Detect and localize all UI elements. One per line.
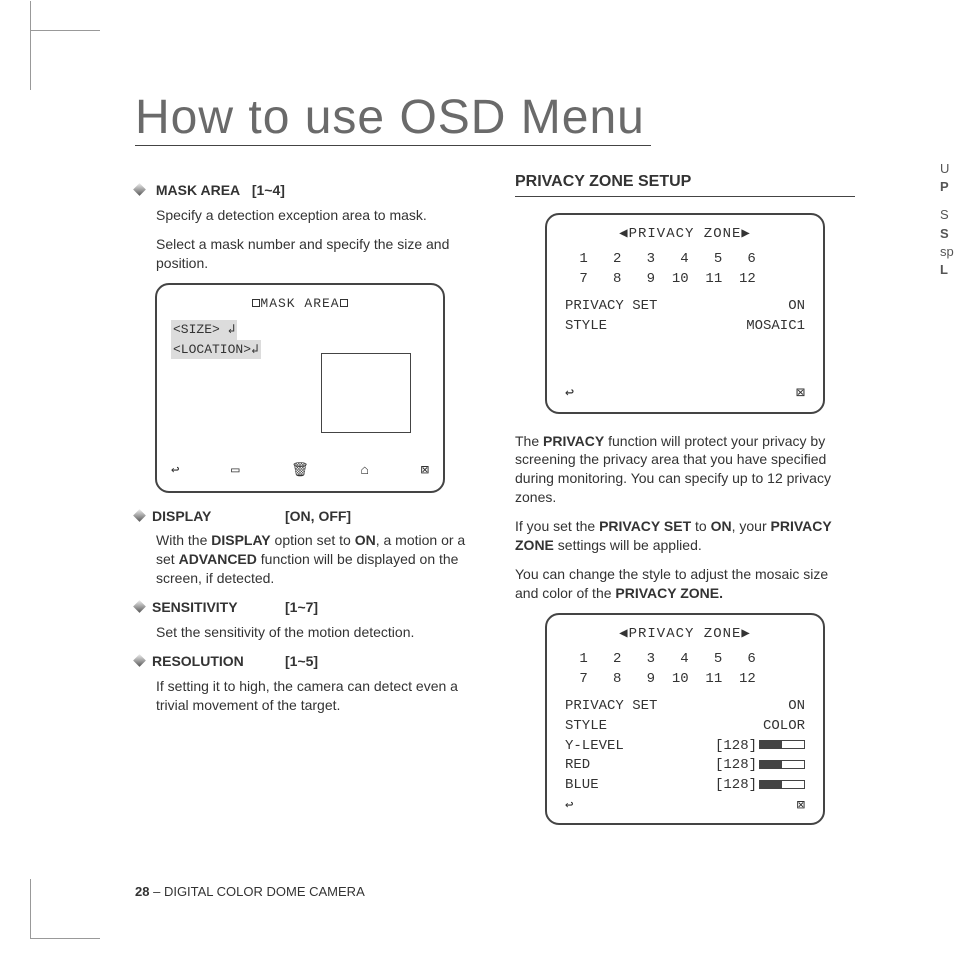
mask-area-heading: MASK AREA [1~4] xyxy=(135,181,475,200)
privacy-osd-1: ◀PRIVACY ZONE▶ 1 2 3 4 5 6 7 8 9 10 11 1… xyxy=(545,213,825,414)
close-icon: ⊠ xyxy=(797,797,805,817)
resolution-text: If setting it to high, the camera can de… xyxy=(135,677,475,715)
mask-area-p2: Select a mask number and specify the siz… xyxy=(135,235,475,273)
osd2-nums1: 1 2 3 4 5 6 xyxy=(561,650,809,670)
osd2-row5-l: BLUE xyxy=(565,776,599,796)
display-heading: DISPLAY [ON, OFF] xyxy=(135,507,475,526)
close-icon: ⊠ xyxy=(421,462,429,481)
mask-osd-size: <SIZE> ↲ xyxy=(171,320,429,340)
trash-icon: 🗑 xyxy=(291,462,309,481)
osd2-row4-l: RED xyxy=(565,756,590,776)
page-footer: 28 – DIGITAL COLOR DOME CAMERA xyxy=(135,884,365,899)
osd2-nums2: 7 8 9 10 11 12 xyxy=(561,670,809,690)
sensitivity-range: [1~7] xyxy=(285,598,475,617)
sensitivity-text: Set the sensitivity of the motion detect… xyxy=(135,623,475,642)
left-column: MASK AREA [1~4] Specify a detection exce… xyxy=(135,171,475,843)
privacy-p1: The PRIVACY function will protect your p… xyxy=(515,432,855,508)
mask-area-p1: Specify a detection exception area to ma… xyxy=(135,206,475,225)
privacy-zone-heading: PRIVACY ZONE SETUP xyxy=(515,171,855,197)
resolution-range: [1~5] xyxy=(285,652,475,671)
display-range: [ON, OFF] xyxy=(285,507,475,526)
osd1-row1-r: ON xyxy=(788,297,805,317)
display-text: With the DISPLAY option set to ON, a mot… xyxy=(135,531,475,588)
home-icon: ⌂ xyxy=(361,462,369,481)
diamond-icon xyxy=(133,600,146,613)
red-bar xyxy=(759,760,805,769)
footer-label: DIGITAL COLOR DOME CAMERA xyxy=(164,884,365,899)
osd2-row3-l: Y-LEVEL xyxy=(565,737,624,757)
crop-mark-bottom xyxy=(30,879,100,939)
crop-mark-top xyxy=(30,30,100,90)
page-title: How to use OSD Menu xyxy=(135,90,651,146)
sensitivity-label: SENSITIVITY xyxy=(152,599,238,615)
sensitivity-heading: SENSITIVITY [1~7] xyxy=(135,598,475,617)
osd1-row1-l: PRIVACY SET xyxy=(565,297,657,317)
mask-osd-rect xyxy=(321,353,411,433)
ylevel-bar xyxy=(759,740,805,749)
mask-area-osd: MASK AREA <SIZE> ↲ <LOCATION>↲ ↩ ▭ 🗑 ⌂ ⊠ xyxy=(155,283,445,493)
osd1-row2-l: STYLE xyxy=(565,317,607,337)
osd2-row1-r: ON xyxy=(788,697,805,717)
diamond-icon xyxy=(133,654,146,667)
privacy-p2: If you set the PRIVACY SET to ON, your P… xyxy=(515,517,855,555)
mask-osd-title: MASK AREA xyxy=(171,295,429,313)
mask-area-label: MASK AREA xyxy=(156,182,240,198)
privacy-osd-2: ◀PRIVACY ZONE▶ 1 2 3 4 5 6 7 8 9 10 11 1… xyxy=(545,613,825,825)
right-column: PRIVACY ZONE SETUP ◀PRIVACY ZONE▶ 1 2 3 … xyxy=(515,171,855,843)
back-icon: ↩ xyxy=(565,383,574,404)
osd1-nums2: 7 8 9 10 11 12 xyxy=(561,270,809,290)
next-page-cutoff: U P S S sp L xyxy=(940,160,954,279)
osd2-title: ◀PRIVACY ZONE▶ xyxy=(561,625,809,645)
osd2-row4-r: [128] xyxy=(715,756,805,776)
blue-bar xyxy=(759,780,805,789)
page-number: 28 xyxy=(135,884,149,899)
osd2-row3-r: [128] xyxy=(715,737,805,757)
mask-area-range: [1~4] xyxy=(252,182,285,198)
back-icon: ↩ xyxy=(565,797,573,817)
back-icon: ↩ xyxy=(171,462,179,481)
privacy-p3: You can change the style to adjust the m… xyxy=(515,565,855,603)
osd1-title: ◀PRIVACY ZONE▶ xyxy=(561,225,809,245)
resolution-label: RESOLUTION xyxy=(152,653,244,669)
osd1-row2-r: MOSAIC1 xyxy=(746,317,805,337)
osd2-row1-l: PRIVACY SET xyxy=(565,697,657,717)
osd2-row2-r: COLOR xyxy=(763,717,805,737)
osd1-nums1: 1 2 3 4 5 6 xyxy=(561,250,809,270)
osd2-row2-l: STYLE xyxy=(565,717,607,737)
resolution-heading: RESOLUTION [1~5] xyxy=(135,652,475,671)
display-label: DISPLAY xyxy=(152,508,211,524)
osd2-row5-r: [128] xyxy=(715,776,805,796)
diamond-icon xyxy=(133,183,146,196)
window-icon: ▭ xyxy=(231,462,239,481)
close-icon: ⊠ xyxy=(796,383,805,404)
diamond-icon xyxy=(133,509,146,522)
